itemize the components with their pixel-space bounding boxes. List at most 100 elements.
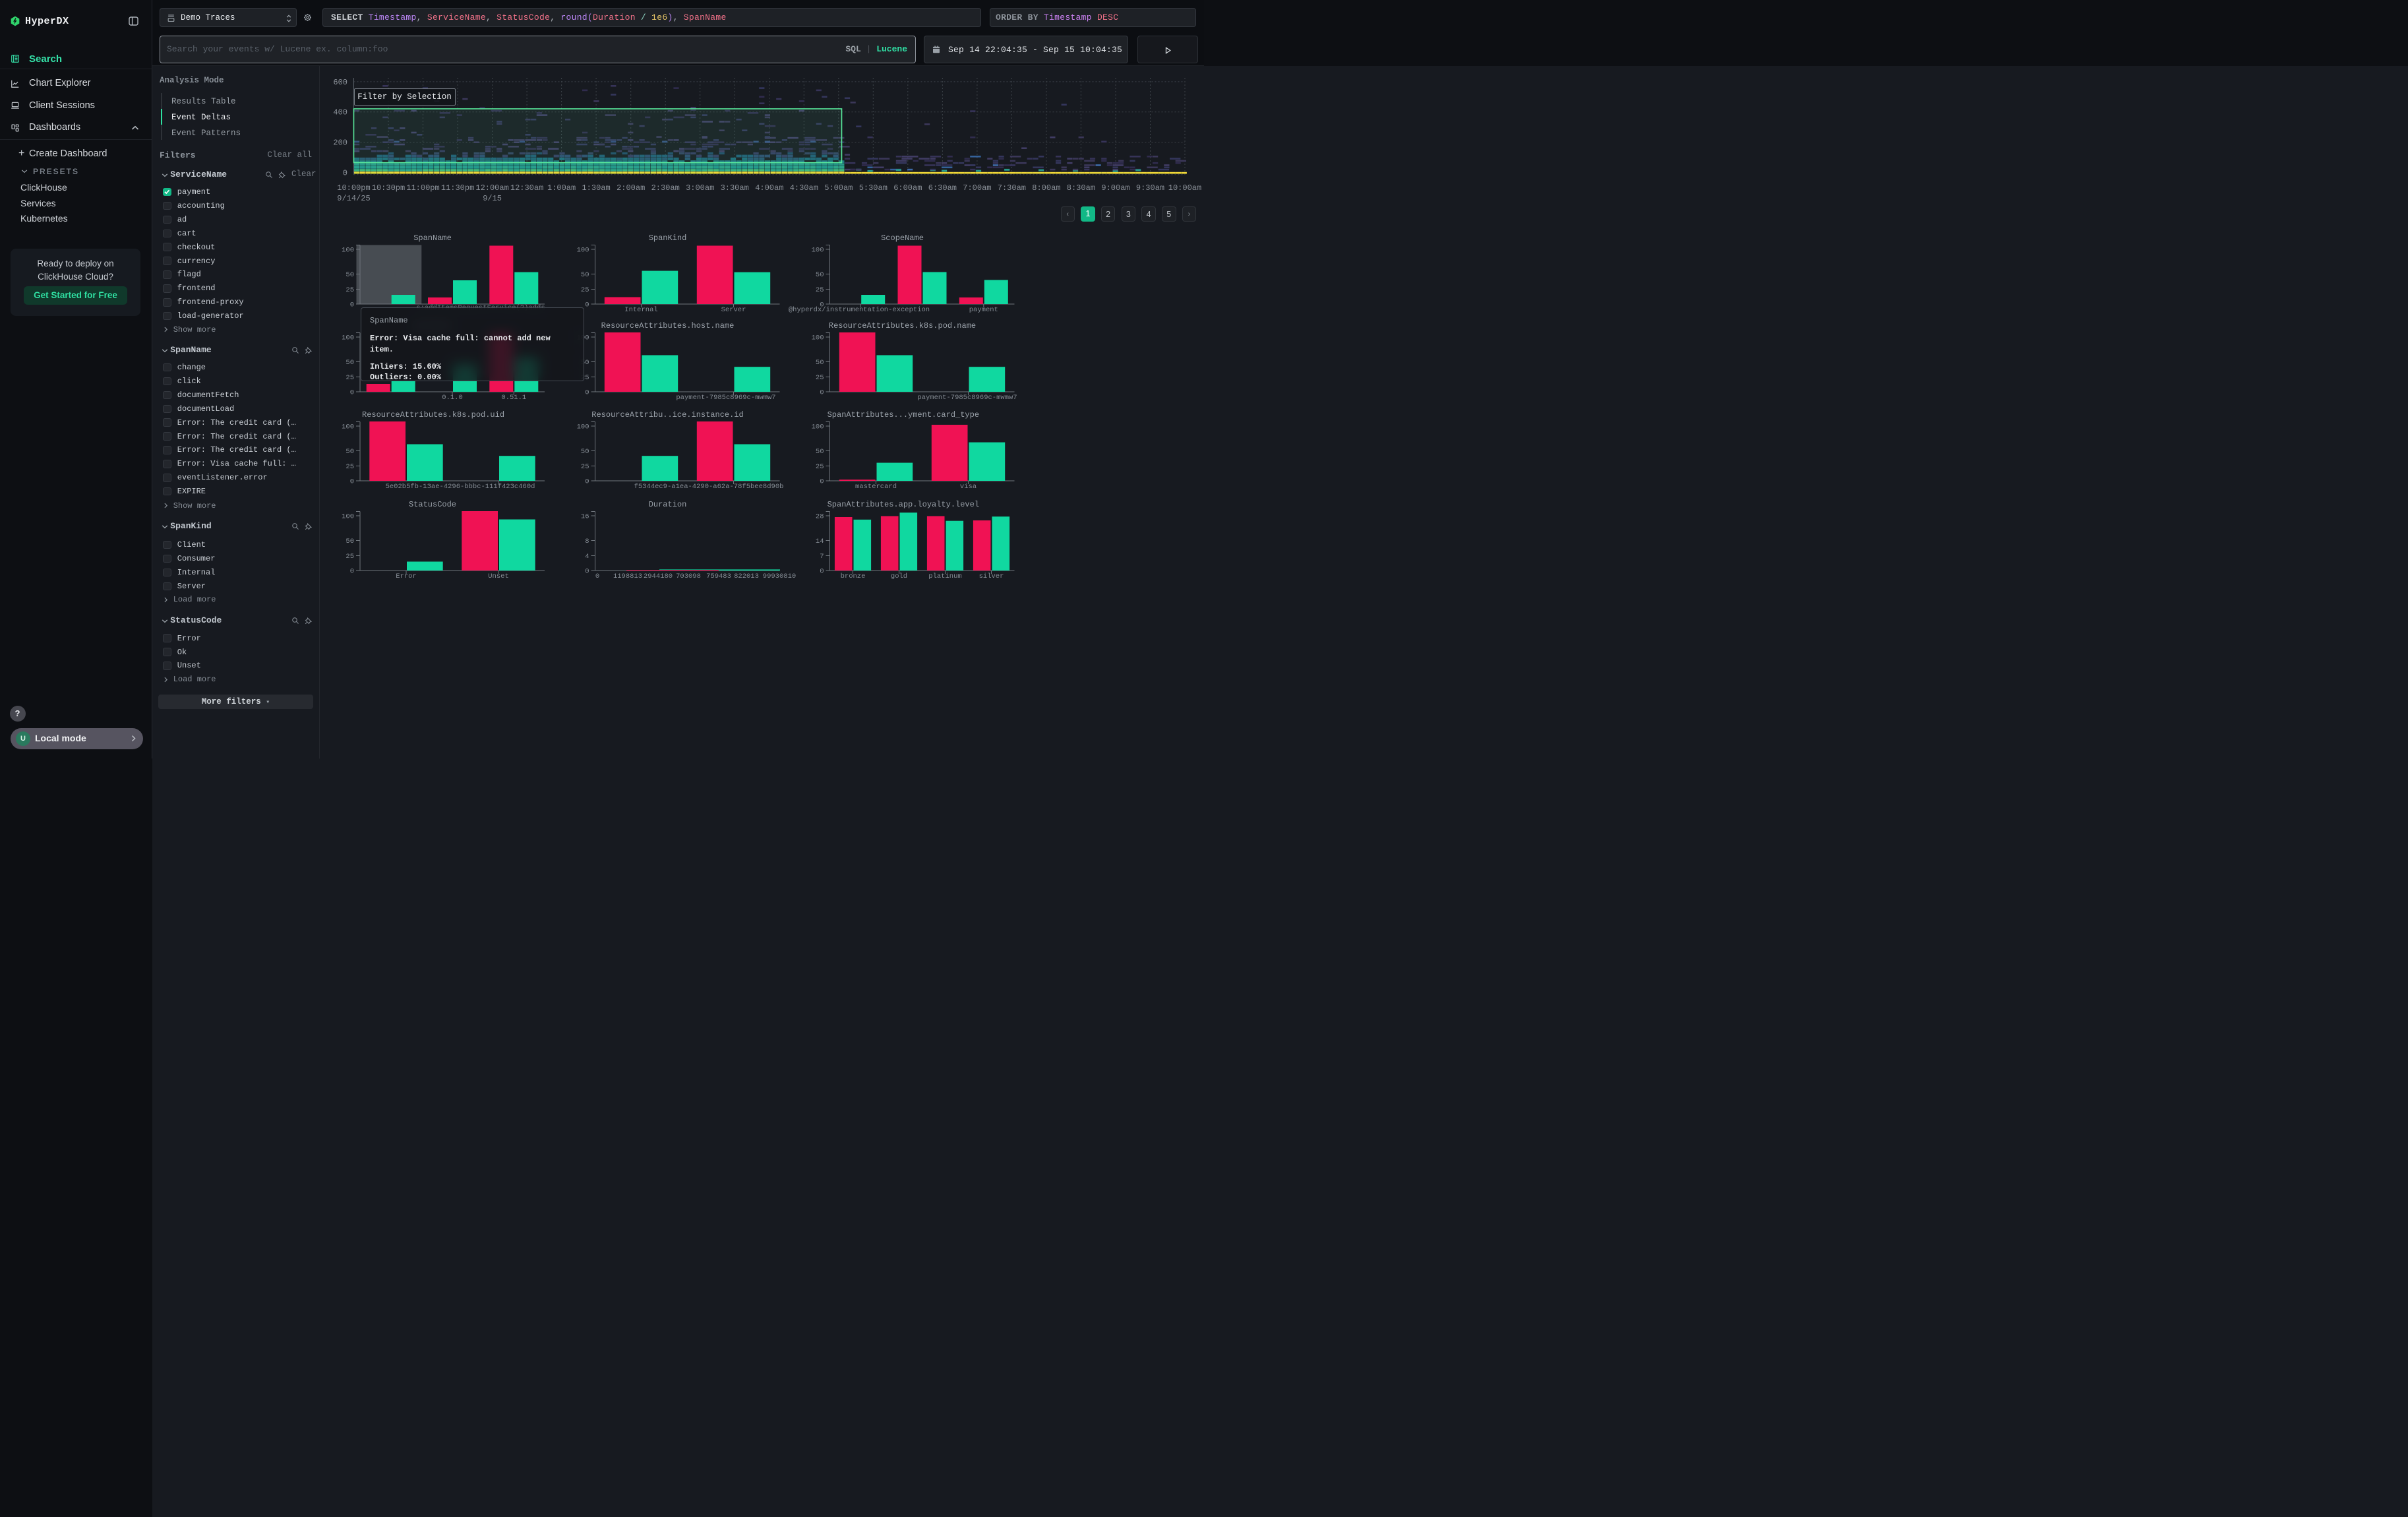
svg-text:0: 0 [350, 568, 354, 576]
svg-text:3:00am: 3:00am [686, 183, 714, 193]
svg-text:12:00am: 12:00am [475, 183, 508, 193]
svg-text:50: 50 [816, 271, 824, 279]
svg-text:2:00am: 2:00am [617, 183, 645, 193]
svg-text:bronze: bronze [841, 573, 866, 580]
svg-text:100: 100 [342, 423, 354, 431]
svg-text:50: 50 [346, 359, 354, 367]
svg-text:16: 16 [581, 513, 589, 521]
svg-text:50: 50 [346, 448, 354, 456]
svg-text:100: 100 [812, 423, 824, 431]
svg-text:4: 4 [585, 553, 589, 561]
svg-text:759483: 759483 [706, 573, 731, 580]
svg-text:Internal: Internal [624, 306, 657, 314]
svg-text:10:00am: 10:00am [1168, 183, 1201, 193]
svg-text:9:00am: 9:00am [1101, 183, 1129, 193]
svg-text:SpanAttributes.app.loyalty.lev: SpanAttributes.app.loyalty.level [828, 500, 979, 509]
svg-text:5:30am: 5:30am [859, 183, 888, 193]
svg-text:payment-7985c8969c-mwmw7: payment-7985c8969c-mwmw7 [917, 394, 1017, 402]
svg-text:ResourceAttributes.k8s.pod.uid: ResourceAttributes.k8s.pod.uid [362, 410, 504, 419]
svg-text:0: 0 [820, 568, 824, 576]
svg-text:ScopeName: ScopeName [881, 233, 924, 243]
svg-text:f5344ec9-a1ea-4290-a62a-78f5be: f5344ec9-a1ea-4290-a62a-78f5bee8d90b [634, 483, 784, 491]
svg-text:7: 7 [820, 553, 824, 561]
svg-text:StatusCode: StatusCode [409, 500, 456, 509]
svg-text:100: 100 [812, 334, 824, 342]
svg-text:9:30am: 9:30am [1136, 183, 1164, 193]
svg-text:10:30pm: 10:30pm [372, 183, 405, 193]
svg-text:platinum: platinum [928, 573, 961, 580]
svg-text:8:30am: 8:30am [1067, 183, 1095, 193]
svg-text:8: 8 [585, 538, 589, 545]
svg-text:0: 0 [343, 168, 347, 177]
svg-text:0: 0 [820, 478, 824, 486]
svg-text:703098: 703098 [676, 573, 701, 580]
svg-text:@hyperdx/instrumentation-excep: @hyperdx/instrumentation-exception [789, 306, 930, 314]
svg-text:0: 0 [595, 573, 599, 580]
svg-text:50: 50 [581, 271, 589, 279]
svg-text:0: 0 [585, 568, 589, 576]
svg-text:Server: Server [721, 306, 746, 314]
svg-text:SpanName: SpanName [413, 233, 452, 243]
svg-text:8:00am: 8:00am [1032, 183, 1060, 193]
svg-text:1:00am: 1:00am [547, 183, 576, 193]
svg-text:100: 100 [577, 423, 589, 431]
svg-text:99930810: 99930810 [763, 573, 796, 580]
svg-text:Unset: Unset [488, 573, 509, 580]
svg-text:2:30am: 2:30am [651, 183, 680, 193]
svg-text:100: 100 [342, 247, 354, 255]
svg-text:28: 28 [816, 513, 824, 521]
svg-text:0: 0 [350, 389, 354, 397]
svg-text:mastercard: mastercard [855, 483, 897, 491]
svg-text:25: 25 [816, 374, 824, 382]
svg-text:payment-7985c8969c-mwmw7: payment-7985c8969c-mwmw7 [676, 394, 775, 402]
svg-text:0: 0 [585, 389, 589, 397]
svg-text:payment: payment [969, 306, 998, 314]
svg-text:5e02b5fb-13ae-4296-bbbc-111f42: 5e02b5fb-13ae-4296-bbbc-111f423c460d [386, 483, 535, 491]
svg-text:4:30am: 4:30am [790, 183, 818, 193]
svg-text:5:00am: 5:00am [824, 183, 853, 193]
svg-text:200: 200 [333, 139, 347, 148]
svg-text:50: 50 [816, 359, 824, 367]
svg-text:6:00am: 6:00am [893, 183, 922, 193]
svg-text:gold: gold [891, 573, 907, 580]
svg-text:50: 50 [346, 538, 354, 545]
svg-text:25: 25 [816, 286, 824, 294]
svg-text:ResourceAttribu..ice.instance.: ResourceAttribu..ice.instance.id [591, 410, 743, 419]
svg-text:10:00pm: 10:00pm [337, 183, 370, 193]
svg-text:ResourceAttributes.k8s.pod.nam: ResourceAttributes.k8s.pod.name [829, 321, 976, 330]
svg-text:25: 25 [581, 463, 589, 471]
svg-text:9/14/25: 9/14/25 [337, 194, 370, 203]
svg-text:silver: silver [979, 573, 1004, 580]
svg-text:visa: visa [960, 483, 977, 491]
svg-text:9/15: 9/15 [483, 194, 502, 203]
svg-text:11:00pm: 11:00pm [406, 183, 439, 193]
svg-text:1:30am: 1:30am [582, 183, 610, 193]
svg-text:2944180: 2944180 [644, 573, 673, 580]
svg-text:14: 14 [816, 538, 824, 545]
svg-text:Error: Error [396, 573, 417, 580]
svg-text:3:30am: 3:30am [721, 183, 749, 193]
svg-text:0.51.1: 0.51.1 [501, 394, 526, 402]
svg-text:Duration: Duration [649, 500, 687, 509]
svg-text:25: 25 [346, 553, 354, 561]
svg-text:SpanAttributes...yment.card_ty: SpanAttributes...yment.card_type [828, 410, 979, 419]
svg-text:25: 25 [816, 463, 824, 471]
svg-text:50: 50 [581, 448, 589, 456]
svg-text:50: 50 [816, 448, 824, 456]
svg-text:SpanKind: SpanKind [649, 233, 687, 243]
svg-text:600: 600 [333, 78, 347, 87]
svg-text:1198813: 1198813 [613, 573, 642, 580]
svg-text:11:30pm: 11:30pm [441, 183, 474, 193]
svg-text:0: 0 [585, 301, 589, 309]
svg-text:25: 25 [581, 286, 589, 294]
svg-text:7:30am: 7:30am [998, 183, 1026, 193]
svg-text:100: 100 [342, 334, 354, 342]
svg-text:0.1.0: 0.1.0 [442, 394, 463, 402]
svg-text:100: 100 [812, 247, 824, 255]
svg-text:0: 0 [585, 478, 589, 486]
svg-text:822013: 822013 [734, 573, 759, 580]
svg-text:ResourceAttributes.host.name: ResourceAttributes.host.name [601, 321, 735, 330]
svg-text:100: 100 [577, 247, 589, 255]
svg-text:50: 50 [346, 271, 354, 279]
svg-text:4:00am: 4:00am [755, 183, 783, 193]
